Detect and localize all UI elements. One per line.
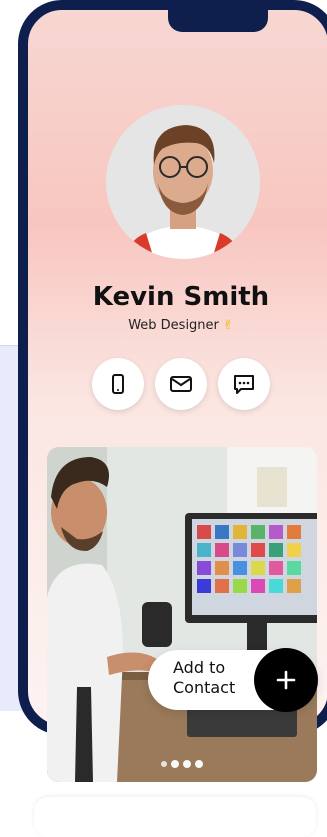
phone-icon	[112, 374, 124, 394]
profile-name: Kevin Smith	[92, 282, 270, 312]
next-card	[34, 797, 316, 837]
phone-notch	[168, 10, 268, 32]
add-to-contact-line1: Add to	[173, 658, 226, 677]
pagination-dot-active[interactable]	[161, 761, 167, 767]
mail-icon	[170, 376, 192, 392]
gallery-photo	[47, 447, 317, 782]
add-to-contact-line2: Contact	[173, 678, 236, 697]
add-to-contact-label: Add to Contact	[173, 658, 235, 698]
profile-role: Web Designer ✌	[0, 318, 327, 333]
email-button[interactable]	[155, 358, 207, 410]
avatar	[106, 105, 260, 259]
role-label: Web Designer	[128, 318, 219, 333]
pagination-dot[interactable]	[171, 760, 179, 768]
add-contact-fab[interactable]	[254, 648, 318, 712]
call-button[interactable]	[92, 358, 144, 410]
message-button[interactable]	[218, 358, 270, 410]
plus-icon	[276, 670, 296, 690]
gallery-pagination	[47, 760, 317, 768]
contact-actions	[92, 358, 270, 410]
add-to-contact-button[interactable]: Add to Contact	[148, 648, 318, 712]
pagination-dot[interactable]	[183, 760, 191, 768]
gallery-card[interactable]	[47, 447, 317, 782]
chat-icon	[234, 375, 254, 394]
hand-emoji: ✌	[222, 318, 234, 333]
pagination-dot[interactable]	[195, 760, 203, 768]
